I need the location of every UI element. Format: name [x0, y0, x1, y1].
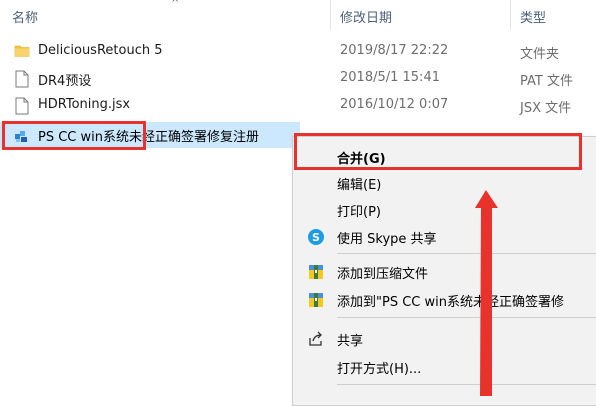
annotation-arrow-icon — [475, 190, 498, 396]
